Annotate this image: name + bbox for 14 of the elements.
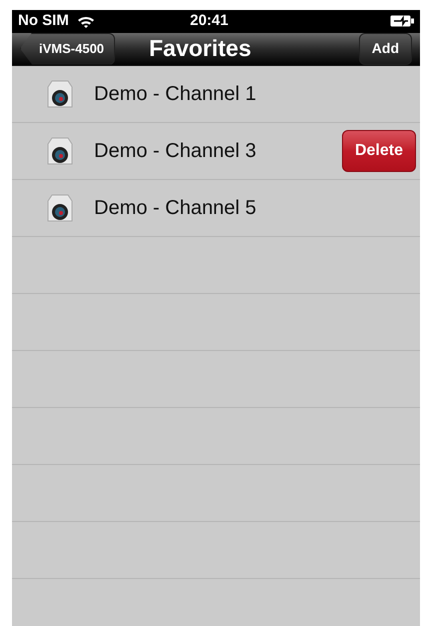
delete-button[interactable]: Delete	[342, 130, 416, 172]
camera-icon	[46, 78, 74, 108]
clock: 20:41	[190, 11, 228, 31]
carrier-label: No SIM	[18, 11, 69, 31]
channel-label[interactable]: Demo - Channel 5	[94, 192, 256, 222]
channel-label[interactable]: Demo - Channel 3	[94, 136, 256, 166]
camera-icon	[46, 136, 74, 166]
add-button[interactable]: Add	[358, 32, 412, 64]
back-button[interactable]: iVMS-4500	[20, 32, 116, 64]
screen-title: Favorites	[149, 34, 252, 64]
wifi-icon	[76, 14, 95, 28]
camera-icon	[46, 192, 74, 222]
battery-icon	[390, 15, 414, 28]
channel-label[interactable]: Demo - Channel 1	[94, 78, 256, 108]
